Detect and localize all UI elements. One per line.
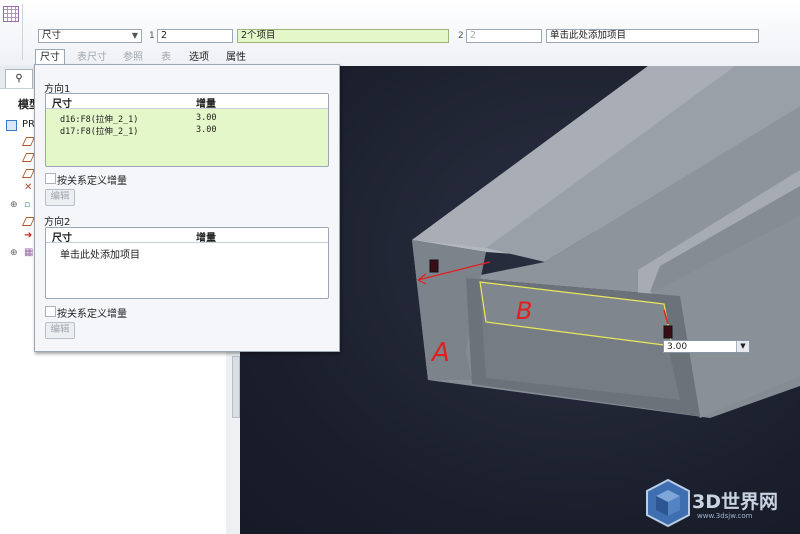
tab-references[interactable]: 参照 — [119, 50, 147, 65]
model-tree-tab[interactable]: ⚲ — [5, 69, 33, 88]
dimensions-slide-panel: 方向1 尺寸 增量 d16:F8(拉伸_2_1) 3.00 d17:F8(拉伸_… — [34, 64, 340, 352]
chevron-down-icon: ▼ — [131, 31, 138, 40]
watermark-logo-icon — [646, 478, 690, 528]
tab-options[interactable]: 选项 — [185, 50, 213, 65]
annotation-b: B — [516, 297, 532, 325]
ribbon-separator — [22, 4, 23, 60]
table-row[interactable]: d16:F8(拉伸_2_1) 3.00 — [46, 112, 328, 125]
tab-tables[interactable]: 表 — [157, 50, 175, 65]
tab-table-dimensions[interactable]: 表尺寸 — [73, 50, 111, 65]
direction2-label: 2 — [458, 31, 464, 41]
checkbox-icon[interactable] — [45, 173, 56, 184]
coordinate-system-icon: ✕ — [24, 182, 33, 193]
col-increment: 增量 — [196, 233, 216, 244]
edit-button-2[interactable]: 编辑 — [45, 322, 75, 339]
watermark-brand: 3D世界网 — [692, 491, 778, 513]
direction2-title: 方向2 — [44, 217, 71, 228]
table-header: 尺寸 增量 — [46, 228, 328, 244]
increment-value-input[interactable]: 3.00 ▼ — [663, 340, 750, 353]
tree-splitter-handle[interactable] — [232, 356, 240, 418]
row-increment[interactable]: 3.00 — [196, 113, 216, 123]
direction2-count-input[interactable]: 2 — [466, 29, 542, 43]
table-row[interactable]: d17:F8(拉伸_2_1) 3.00 — [46, 124, 328, 137]
pattern-type-select[interactable]: 尺寸 ▼ — [38, 29, 142, 43]
row-increment[interactable]: 3.00 — [196, 125, 216, 135]
col-dimension: 尺寸 — [52, 233, 72, 244]
tree-view-icon: ⚲ — [15, 73, 23, 84]
expand-icon: ⊕ — [10, 200, 18, 210]
direction1-items-collector[interactable]: 2个项目 — [237, 29, 449, 43]
tab-properties[interactable]: 属性 — [222, 50, 250, 65]
edit-button-1[interactable]: 编辑 — [45, 189, 75, 206]
add-item-prompt[interactable]: 单击此处添加项目 — [60, 246, 140, 261]
col-increment: 增量 — [196, 99, 216, 110]
pattern-feature-icon — [3, 6, 19, 22]
table-header: 尺寸 增量 — [46, 94, 328, 110]
annotation-a: A — [430, 338, 450, 368]
watermark-url: www.3dsjw.com — [697, 512, 753, 520]
direction1-count-input[interactable]: 2 — [157, 29, 233, 43]
dimension-handle-1 — [429, 259, 439, 273]
direction2-dimension-table[interactable]: 尺寸 增量 单击此处添加项目 — [45, 227, 329, 299]
dimension-handle-2 — [663, 325, 673, 339]
feature-icon: ▫ — [24, 200, 31, 210]
expand-icon: ⊕ — [10, 248, 18, 258]
pattern-icon: ▦ — [24, 247, 34, 258]
col-dimension: 尺寸 — [52, 99, 72, 110]
part-icon — [6, 120, 17, 131]
dashboard-ribbon: 尺寸 ▼ 1 2 2个项目 2 2 单击此处添加项目 尺寸 表尺寸 参照 表 选项… — [0, 0, 800, 67]
chevron-down-icon[interactable]: ▼ — [736, 341, 749, 352]
relation-checkbox-label: 按关系定义增量 — [57, 176, 127, 187]
row-dimension: d17:F8(拉伸_2_1) — [60, 127, 139, 137]
insert-here-arrow-icon: ➜ — [24, 230, 33, 241]
checkbox-icon[interactable] — [45, 306, 56, 317]
relation-checkbox-label: 按关系定义增量 — [57, 309, 127, 320]
direction1-dimension-table[interactable]: 尺寸 增量 d16:F8(拉伸_2_1) 3.00 d17:F8(拉伸_2_1)… — [45, 93, 329, 167]
direction1-label: 1 — [149, 31, 155, 41]
direction2-items-collector[interactable]: 单击此处添加项目 — [546, 29, 759, 43]
